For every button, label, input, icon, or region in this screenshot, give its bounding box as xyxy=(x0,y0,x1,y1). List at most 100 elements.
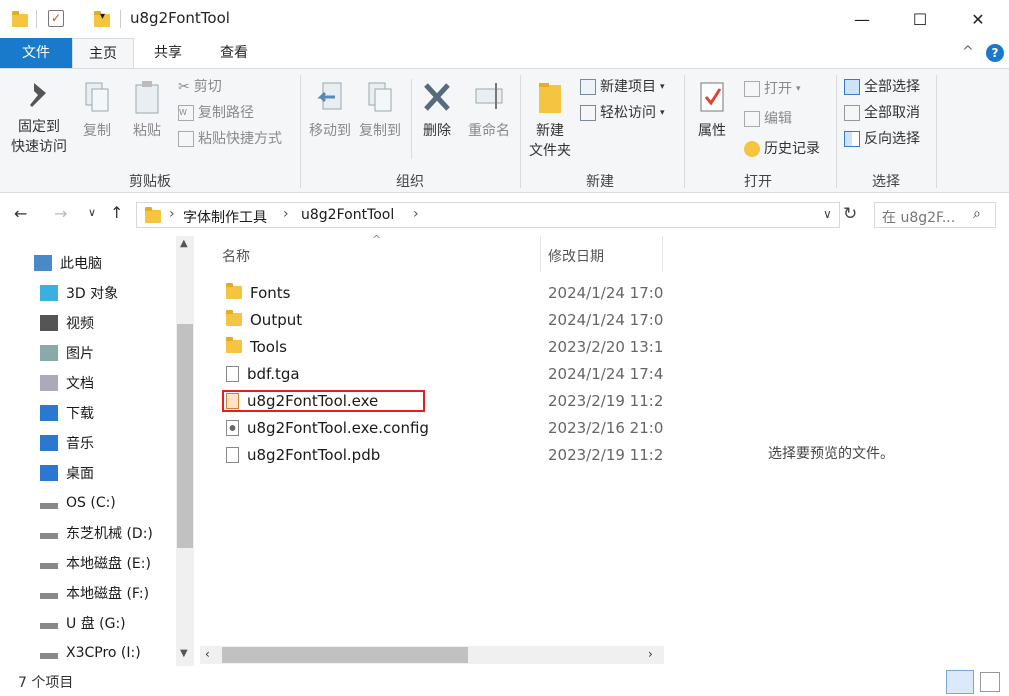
column-divider[interactable] xyxy=(662,236,663,272)
scroll-down-icon[interactable]: ▼ xyxy=(180,648,188,659)
scroll-left-icon[interactable]: ‹ xyxy=(205,647,210,661)
folder-icon xyxy=(226,283,242,299)
close-button[interactable]: ✕ xyxy=(949,0,1007,38)
select-none-icon xyxy=(844,105,860,121)
paste-shortcut-button[interactable]: 粘贴快捷方式 xyxy=(178,127,282,151)
properties-quick-icon[interactable]: ✓ xyxy=(48,10,64,27)
sidebar-item[interactable]: 东芝机械 (D:) xyxy=(40,518,153,548)
tab-home[interactable]: 主页 xyxy=(72,38,134,68)
select-all-button[interactable]: 全部选择 xyxy=(844,75,920,99)
window-title: u8g2FontTool xyxy=(130,9,230,27)
address-dropdown-icon[interactable]: ∨ xyxy=(823,207,832,221)
scroll-right-icon[interactable]: › xyxy=(648,647,653,661)
column-header-name[interactable]: 名称 xyxy=(222,246,250,266)
navigation-pane: 此电脑 3D 对象 视频 图片 文档 下载 音乐 桌面 OS (C:) 东芝机械 (D:) 本地磁盘… xyxy=(0,236,196,666)
new-folder-button[interactable]: 新建 文件夹 xyxy=(524,79,576,161)
up-icon[interactable]: ↑ xyxy=(110,203,123,222)
open-button[interactable]: 打开 ▾ xyxy=(744,77,801,101)
back-icon[interactable]: ← xyxy=(14,204,27,223)
group-label-new: 新建 xyxy=(586,174,614,190)
copy-to-button[interactable]: 复制到 xyxy=(354,79,406,141)
file-row[interactable]: Tools 2023/2/20 13:15 xyxy=(220,333,664,360)
pin-quick-access-button[interactable]: 固定到 快速访问 xyxy=(6,79,72,157)
sidebar-item[interactable]: X3CPro (I:) xyxy=(40,638,141,668)
file-row[interactable]: bdf.tga 2024/1/24 17:44 xyxy=(220,360,664,387)
desktop-icon xyxy=(40,465,58,481)
highlight-box xyxy=(222,390,425,412)
paste-button[interactable]: 粘贴 xyxy=(124,79,170,141)
collapse-ribbon-icon[interactable]: ^ xyxy=(962,44,974,60)
minimize-button[interactable]: — xyxy=(833,0,891,38)
sidebar-item[interactable]: 本地磁盘 (F:) xyxy=(40,578,149,608)
new-item-button[interactable]: 新建项目 ▾ xyxy=(580,75,665,99)
column-header-date[interactable]: 修改日期 xyxy=(548,246,604,266)
file-row[interactable]: Output 2024/1/24 17:05 xyxy=(220,306,664,333)
invert-selection-button[interactable]: 反向选择 xyxy=(844,127,920,151)
sidebar-item-label: X3CPro (I:) xyxy=(66,645,141,661)
tab-file[interactable]: 文件 xyxy=(0,38,72,68)
rename-button[interactable]: 重命名 xyxy=(462,79,516,141)
sidebar-item[interactable]: 此电脑 xyxy=(34,248,102,278)
sidebar-item[interactable]: U 盘 (G:) xyxy=(40,608,126,638)
move-to-button[interactable]: 移动到 xyxy=(304,79,356,141)
preview-message: 选择要预览的文件。 xyxy=(768,446,894,462)
copy-to-label: 复制到 xyxy=(359,123,401,139)
edit-button[interactable]: 编辑 xyxy=(744,107,792,131)
maximize-button[interactable]: ☐ xyxy=(891,0,949,38)
history-button[interactable]: 历史记录 xyxy=(744,137,820,161)
details-view-icon[interactable] xyxy=(946,670,974,694)
sidebar-item[interactable]: 下载 xyxy=(40,398,94,428)
close-icon: ✕ xyxy=(971,9,985,29)
address-bar[interactable]: › 字体制作工具 › u8g2FontTool › ∨ xyxy=(136,202,840,228)
file-date: 2024/1/24 17:03 xyxy=(548,283,664,302)
file-date: 2023/2/20 13:15 xyxy=(548,337,664,356)
drive-icon xyxy=(40,533,58,539)
file-list-hscrollbar-thumb[interactable] xyxy=(222,647,468,663)
help-icon[interactable]: ? xyxy=(986,44,1004,62)
group-divider xyxy=(936,75,937,188)
scroll-up-icon[interactable]: ▲ xyxy=(180,238,188,249)
nav-scrollbar-thumb[interactable] xyxy=(177,324,193,548)
file-row[interactable]: u8g2FontTool.exe.config 2023/2/16 21:03 xyxy=(220,414,664,441)
easy-access-button[interactable]: 轻松访问 ▾ xyxy=(580,101,665,125)
search-input[interactable]: 在 u8g2F... ⌕ xyxy=(874,202,996,228)
sidebar-item[interactable]: 音乐 xyxy=(40,428,94,458)
delete-button[interactable]: 删除 xyxy=(416,79,458,141)
new-folder-label: 新建 文件夹 xyxy=(529,123,571,159)
tab-view[interactable]: 查看 xyxy=(206,38,262,68)
sidebar-item[interactable]: 文档 xyxy=(40,368,94,398)
breadcrumb-item[interactable]: 字体制作工具 xyxy=(183,207,267,227)
large-icons-view-icon[interactable] xyxy=(980,672,1000,692)
sidebar-item[interactable]: 视频 xyxy=(40,308,94,338)
file-row[interactable]: u8g2FontTool.pdb 2023/2/19 11:27 xyxy=(220,441,664,468)
pin-icon xyxy=(30,83,46,107)
sidebar-item[interactable]: OS (C:) xyxy=(40,488,116,518)
properties-button[interactable]: 属性 xyxy=(688,79,736,141)
cut-label: 剪切 xyxy=(193,79,222,95)
ribbon: 固定到 快速访问 复制 粘贴 ✂ 剪切 W 复制路径 粘贴快捷方式 剪贴板 移动到 … xyxy=(0,68,1009,193)
breadcrumb-item[interactable]: u8g2FontTool xyxy=(301,207,394,223)
customize-toolbar-icon[interactable]: ▾ xyxy=(100,11,105,22)
sidebar-item[interactable]: 图片 xyxy=(40,338,94,368)
copy-path-button[interactable]: W 复制路径 xyxy=(178,101,254,125)
recent-locations-icon[interactable]: ∨ xyxy=(88,206,96,219)
refresh-icon[interactable]: ↻ xyxy=(843,204,857,224)
select-none-button[interactable]: 全部取消 xyxy=(844,101,920,125)
open-label: 打开 xyxy=(764,81,792,97)
search-icon: ⌕ xyxy=(973,206,981,222)
cut-button[interactable]: ✂ 剪切 xyxy=(178,75,222,99)
copy-button[interactable]: 复制 xyxy=(74,79,120,141)
sidebar-item[interactable]: 3D 对象 xyxy=(40,278,118,308)
file-row[interactable]: Fonts 2024/1/24 17:03 xyxy=(220,279,664,306)
forward-icon[interactable]: → xyxy=(54,204,67,223)
column-divider[interactable] xyxy=(540,236,541,272)
breadcrumb-separator-icon[interactable]: › xyxy=(413,206,419,222)
history-label: 历史记录 xyxy=(764,141,820,157)
sidebar-item[interactable]: 桌面 xyxy=(40,458,94,488)
open-icon xyxy=(744,81,760,97)
file-name: bdf.tga xyxy=(247,364,300,383)
tab-share[interactable]: 共享 xyxy=(140,38,196,68)
sidebar-item[interactable]: 本地磁盘 (E:) xyxy=(40,548,151,578)
group-divider xyxy=(520,75,521,188)
select-all-label: 全部选择 xyxy=(864,79,920,95)
